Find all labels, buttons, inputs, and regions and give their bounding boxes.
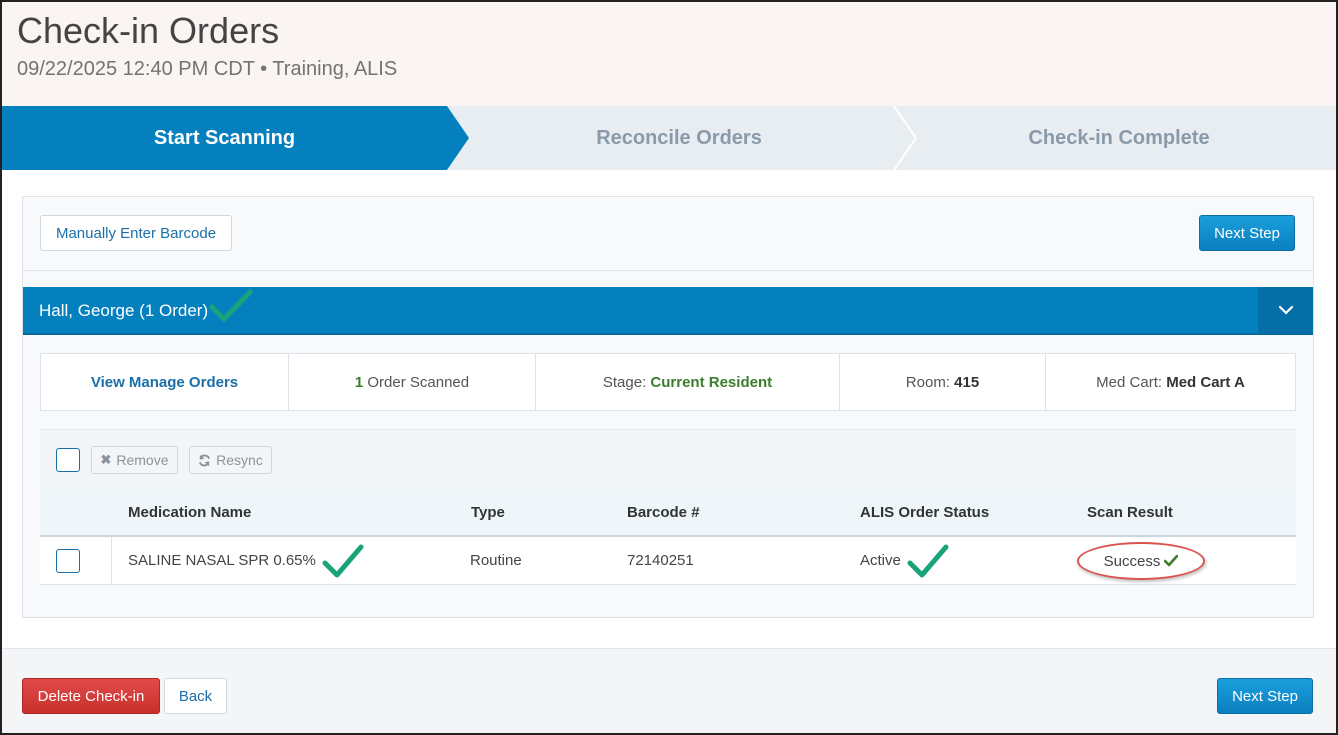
stage-value: Current Resident: [650, 373, 773, 391]
annotation-check-icon: [322, 544, 364, 577]
room-value: 415: [954, 373, 980, 391]
column-header-barcode[interactable]: Barcode #: [627, 489, 700, 535]
orders-scanned-cell: 1 Order Scanned: [289, 354, 536, 410]
remove-button[interactable]: ✖ Remove: [91, 446, 178, 474]
scan-result: Success: [1103, 552, 1161, 570]
med-cart-label: Med Cart:: [1096, 373, 1163, 391]
row-checkbox[interactable]: [56, 549, 80, 573]
orders-scanned-label: Order Scanned: [367, 373, 470, 391]
step-start-scanning: Start Scanning: [2, 106, 447, 170]
next-step-button-bottom[interactable]: Next Step: [1217, 678, 1313, 714]
room-cell: Room: 415: [840, 354, 1046, 410]
resync-button[interactable]: Resync: [189, 446, 272, 474]
progress-stepper: Start Scanning Reconcile Orders Check-in…: [2, 106, 1336, 170]
stage-cell: Stage: Current Resident: [536, 354, 840, 410]
step-reconcile-orders: Reconcile Orders: [596, 127, 762, 149]
med-cart-cell: Med Cart: Med Cart A: [1046, 354, 1295, 410]
footer-bar: Delete Check-in Back Next Step: [2, 648, 1336, 733]
page-subtitle: 09/22/2025 12:40 PM CDT • Training, ALIS: [17, 58, 398, 80]
type-cell: Routine: [470, 552, 522, 569]
med-cart-value: Med Cart A: [1166, 373, 1245, 391]
step-active-arrow: [447, 106, 469, 170]
resident-name: Hall, George (1 Order): [39, 301, 209, 320]
page-title: Check-in Orders: [17, 10, 280, 51]
resident-accordion-header[interactable]: Hall, George (1 Order): [23, 287, 1313, 335]
column-header-medication[interactable]: Medication Name: [128, 489, 251, 535]
select-all-checkbox[interactable]: [56, 448, 80, 472]
medication-name: SALINE NASAL SPR 0.65%: [128, 552, 316, 569]
view-manage-orders-cell: View Manage Orders: [41, 354, 289, 410]
medication-cell: SALINE NASAL SPR 0.65%: [128, 537, 364, 584]
success-check-icon: [1164, 555, 1179, 567]
table-toolbar: ✖ Remove Resync: [40, 429, 1296, 489]
orders-scanned-count: 1: [354, 373, 364, 391]
app-window: Check-in Orders 09/22/2025 12:40 PM CDT …: [0, 0, 1338, 735]
step-check-in-complete: Check-in Complete: [1028, 127, 1210, 149]
column-header-type[interactable]: Type: [471, 489, 505, 535]
chevron-down-icon: [1278, 305, 1293, 315]
barcode-cell: 72140251: [627, 552, 694, 569]
refresh-icon: [199, 454, 211, 466]
collapse-button[interactable]: [1258, 287, 1313, 333]
column-header-scan-result[interactable]: Scan Result: [1087, 489, 1173, 535]
order-status: Active: [860, 552, 901, 569]
table-row: SALINE NASAL SPR 0.65% Routine 72140251 …: [40, 537, 1296, 585]
scan-result-annotation: Success: [1077, 542, 1205, 580]
annotation-check-icon: [907, 544, 949, 577]
resync-label: Resync: [216, 452, 263, 468]
delete-check-in-button[interactable]: Delete Check-in: [22, 678, 160, 714]
close-icon: ✖: [100, 452, 112, 467]
top-toolbar: Manually Enter Barcode Next Step: [23, 197, 1313, 271]
room-label: Room:: [905, 373, 950, 391]
page-header: Check-in Orders 09/22/2025 12:40 PM CDT …: [2, 2, 1336, 106]
resident-info-strip: View Manage Orders 1 Order Scanned Stage…: [40, 353, 1296, 411]
status-cell: Active: [860, 537, 949, 584]
stage-label: Stage:: [602, 373, 647, 391]
main-panel: Manually Enter Barcode Next Step Hall, G…: [22, 196, 1314, 618]
next-step-button-top[interactable]: Next Step: [1199, 215, 1295, 251]
back-button[interactable]: Back: [164, 678, 227, 714]
orders-table-header: Medication Name Type Barcode # ALIS Orde…: [40, 489, 1296, 537]
column-header-order-status[interactable]: ALIS Order Status: [860, 489, 989, 535]
remove-label: Remove: [116, 452, 169, 468]
view-manage-orders-link[interactable]: View Manage Orders: [91, 374, 238, 391]
row-checkbox-cell: [40, 537, 112, 584]
annotation-check-icon: [209, 289, 253, 322]
manually-enter-barcode-button[interactable]: Manually Enter Barcode: [40, 215, 232, 251]
